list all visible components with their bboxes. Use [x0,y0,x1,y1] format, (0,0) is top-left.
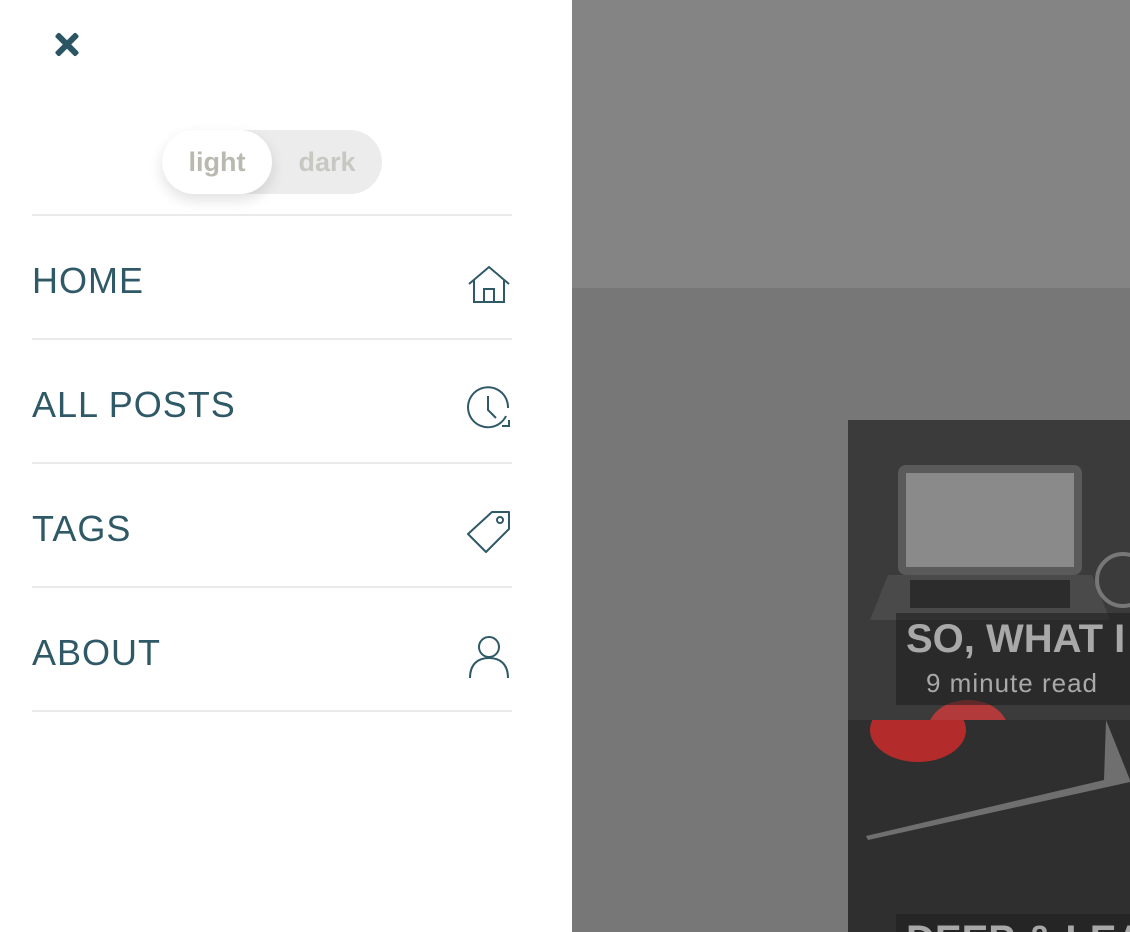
home-icon [468,265,510,303]
nav-item-about[interactable]: ABOUT [32,588,512,712]
nav-item-label[interactable]: ALL POSTS [32,384,236,426]
clock-icon [467,386,510,429]
post-card[interactable]: DEEP & LEA [848,720,1130,932]
post-title[interactable]: SO, WHAT I [906,617,1125,662]
nav-item-label[interactable]: HOME [32,260,144,302]
post-title-box[interactable]: SO, WHAT I 9 minute read [896,613,1130,705]
post-title-box[interactable]: DEEP & LEA [896,914,1130,932]
nav-item-all-posts[interactable]: ALL POSTS [32,340,512,464]
post-card-image [848,720,1130,932]
post-card[interactable]: SO, WHAT I 9 minute read [848,420,1130,720]
user-icon [469,636,509,679]
page-header [572,0,1130,288]
nav-item-label[interactable]: ABOUT [32,632,161,674]
nav-menu: HOME ALL POSTS TAGS ABOUT [32,214,512,712]
post-title[interactable]: DEEP & LEA [906,918,1130,932]
theme-dark-option[interactable]: dark [272,130,382,194]
close-icon[interactable] [52,30,82,60]
tag-icon [467,511,510,553]
nav-item-tags[interactable]: TAGS [32,464,512,588]
post-read-time: 9 minute read [926,668,1098,698]
theme-toggle[interactable]: light dark [162,130,382,194]
theme-light-option[interactable]: light [162,130,272,194]
nav-item-home[interactable]: HOME [32,216,512,340]
nav-item-label[interactable]: TAGS [32,508,131,550]
navigation-drawer: light dark HOME ALL POSTS TAGS ABOUT [0,0,572,932]
